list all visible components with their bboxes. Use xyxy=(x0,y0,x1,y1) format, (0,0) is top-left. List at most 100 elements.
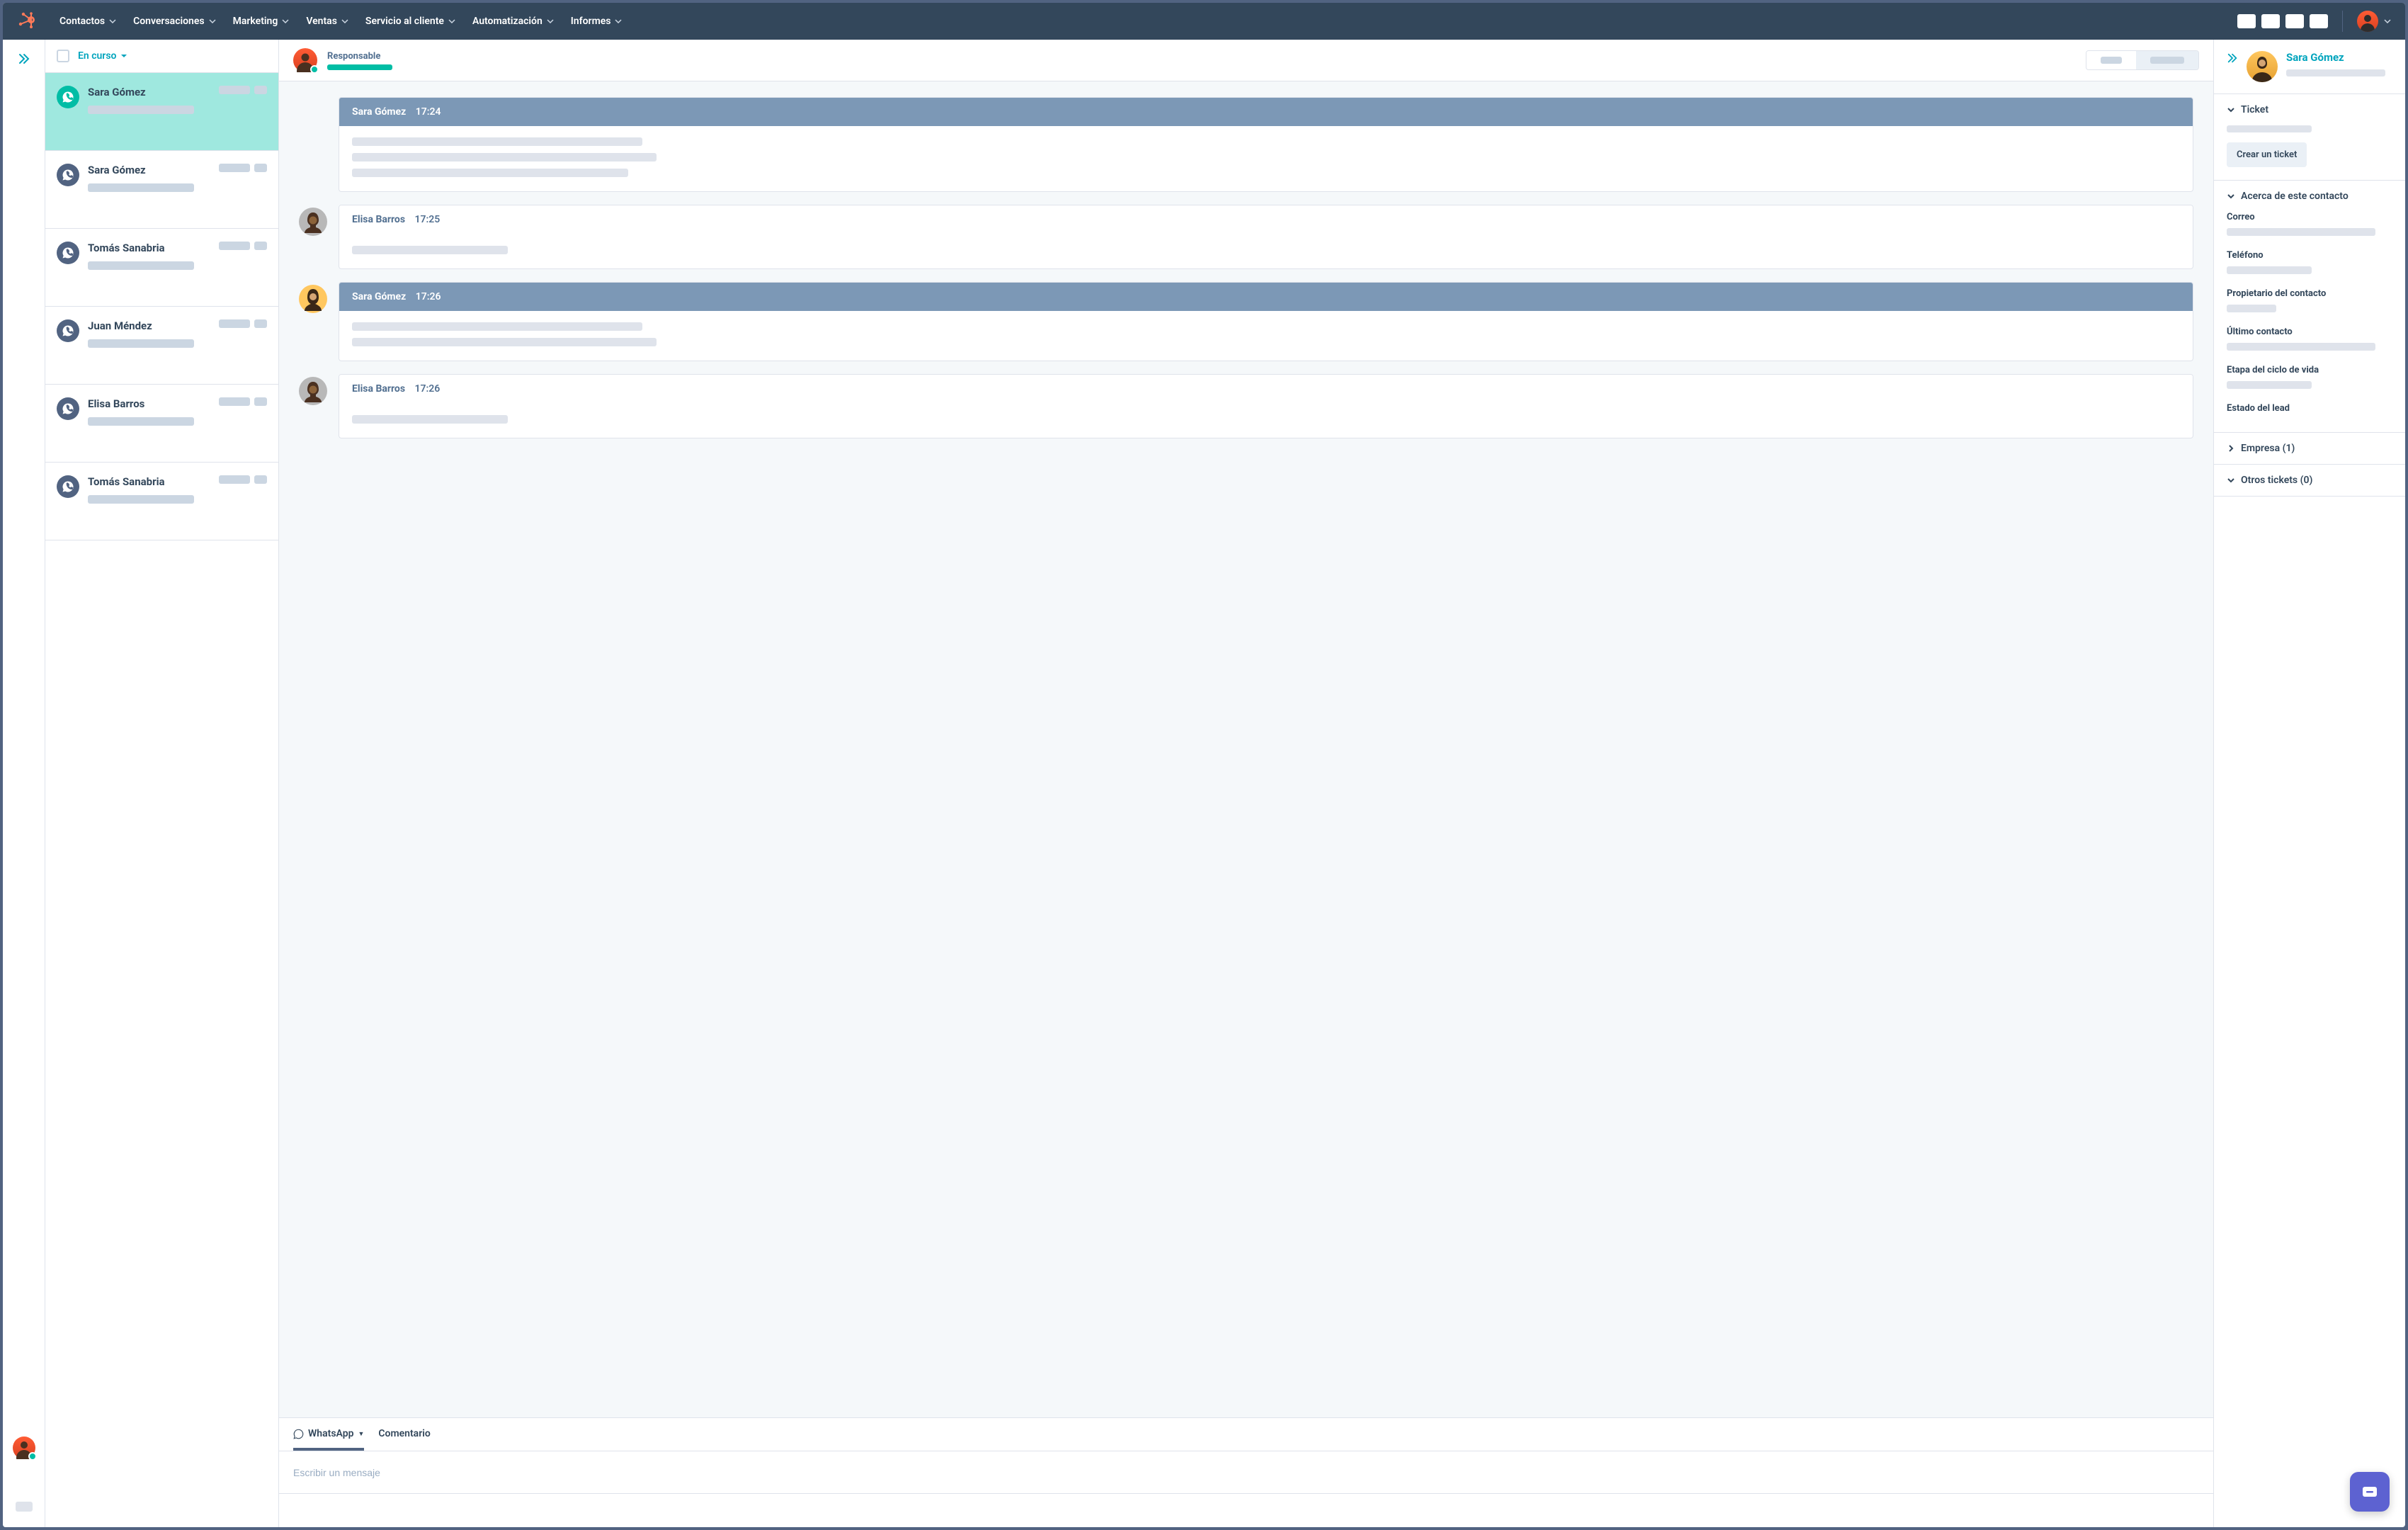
conversation-list: Sara Gómez Sara Gómez Tomás Sanabria Jua… xyxy=(45,73,278,1527)
about-accordion-toggle[interactable]: Acerca de este contacto xyxy=(2214,181,2405,212)
rail-placeholder xyxy=(16,1502,33,1512)
create-ticket-button[interactable]: Crear un ticket xyxy=(2227,142,2307,167)
conversation-item[interactable]: Sara Gómez xyxy=(45,73,278,151)
message-input[interactable] xyxy=(293,1467,2199,1478)
conversation-meta-placeholder xyxy=(219,164,250,172)
whatsapp-icon xyxy=(57,475,79,498)
message-avatar xyxy=(299,285,327,313)
chevron-down-icon xyxy=(341,19,348,23)
conversation-preview-placeholder xyxy=(88,261,194,270)
field-label: Último contacto xyxy=(2227,327,2392,337)
conversation-item[interactable]: Juan Méndez xyxy=(45,307,278,385)
field-value-placeholder xyxy=(2227,381,2312,389)
view-toggle-option-2[interactable] xyxy=(2136,51,2198,69)
nav-label: Informes xyxy=(571,16,611,27)
chevron-down-icon[interactable] xyxy=(2384,19,2391,23)
nav-item-informes[interactable]: Informes xyxy=(571,16,623,27)
nav-action-2[interactable] xyxy=(2261,14,2280,28)
nav-action-1[interactable] xyxy=(2237,14,2256,28)
message-bubble: Sara Gómez 17:26 xyxy=(339,282,2193,361)
collapse-right-icon[interactable] xyxy=(2227,52,2238,67)
header-avatar[interactable] xyxy=(293,48,317,72)
agent-avatar[interactable] xyxy=(13,1436,35,1459)
status-online-icon xyxy=(28,1452,37,1461)
field-label: Propietario del contacto xyxy=(2227,288,2392,299)
status-online-icon xyxy=(310,65,319,74)
message-text-placeholder xyxy=(352,246,508,254)
nav-label: Contactos xyxy=(59,16,105,27)
conversation-item[interactable]: Sara Gómez xyxy=(45,151,278,229)
field-value-placeholder xyxy=(2227,305,2276,312)
chevron-down-icon xyxy=(282,19,289,23)
message-sender: Elisa Barros xyxy=(352,214,405,225)
tab-label: WhatsApp xyxy=(308,1428,353,1439)
message-avatar xyxy=(299,208,327,236)
conversation-meta-placeholder xyxy=(219,397,250,406)
message-bubble: Elisa Barros 17:26 xyxy=(339,374,2193,438)
section-label: Otros tickets (0) xyxy=(2241,475,2312,486)
field-value-placeholder xyxy=(2227,343,2375,351)
chevron-down-icon xyxy=(2227,106,2235,114)
conversation-item[interactable]: Tomás Sanabria xyxy=(45,229,278,307)
nav-item-contactos[interactable]: Contactos xyxy=(59,16,116,27)
left-rail xyxy=(3,40,45,1527)
contact-avatar[interactable] xyxy=(2247,51,2278,82)
conversation-preview-placeholder xyxy=(88,339,194,348)
conversation-preview-placeholder xyxy=(88,183,194,192)
message-text-placeholder xyxy=(352,169,628,177)
other-tickets-accordion-toggle[interactable]: Otros tickets (0) xyxy=(2214,465,2405,496)
conversation-panel: Responsable Sara Gómez 17:24 Elisa Barro… xyxy=(279,40,2214,1527)
chat-widget-button[interactable] xyxy=(2350,1472,2390,1512)
message-thread: Sara Gómez 17:24 Elisa Barros 17:25 Sara… xyxy=(279,81,2213,1417)
compose-tab-whatsapp[interactable]: WhatsApp ▼ xyxy=(293,1428,364,1451)
chevron-down-icon xyxy=(109,19,116,23)
expand-sidebar-icon[interactable] xyxy=(18,52,30,68)
whatsapp-icon xyxy=(57,164,79,186)
contact-name[interactable]: Sara Gómez xyxy=(2286,51,2385,64)
hubspot-logo[interactable] xyxy=(17,11,37,31)
nav-label: Conversaciones xyxy=(133,16,205,27)
nav-item-marketing[interactable]: Marketing xyxy=(233,16,290,27)
message-time: 17:25 xyxy=(415,214,441,225)
chevron-right-icon xyxy=(2227,444,2235,453)
chevron-down-icon xyxy=(209,19,216,23)
nav-item-conversaciones[interactable]: Conversaciones xyxy=(133,16,216,27)
message-row: Sara Gómez 17:24 xyxy=(299,97,2193,192)
nav-item-automatización[interactable]: Automatización xyxy=(472,16,554,27)
nav-item-ventas[interactable]: Ventas xyxy=(306,16,348,27)
company-accordion-toggle[interactable]: Empresa (1) xyxy=(2214,433,2405,464)
message-text-placeholder xyxy=(352,153,657,162)
view-toggle-option-1[interactable] xyxy=(2086,51,2136,69)
nav-item-servicio-al-cliente[interactable]: Servicio al cliente xyxy=(365,16,455,27)
whatsapp-icon xyxy=(57,242,79,264)
conversation-item[interactable]: Tomás Sanabria xyxy=(45,463,278,540)
message-header: Sara Gómez 17:24 xyxy=(339,98,2193,126)
field-value-placeholder xyxy=(2227,266,2312,274)
status-filter-dropdown[interactable]: En curso xyxy=(78,50,127,62)
compose-tab-comment[interactable]: Comentario xyxy=(378,1428,430,1451)
message-text-placeholder xyxy=(352,137,642,146)
conversation-header: Responsable xyxy=(279,40,2213,81)
ticket-placeholder xyxy=(2227,125,2312,132)
section-label: Acerca de este contacto xyxy=(2241,191,2349,202)
chevron-down-icon xyxy=(615,19,622,23)
conversation-list-panel: En curso Sara Gómez Sara Gómez Tomás San… xyxy=(45,40,279,1527)
chevron-down-icon xyxy=(547,19,554,23)
company-section: Empresa (1) xyxy=(2214,433,2405,465)
conversation-meta-placeholder xyxy=(254,242,267,250)
nav-action-4[interactable] xyxy=(2310,14,2328,28)
ticket-accordion-toggle[interactable]: Ticket xyxy=(2214,94,2405,125)
select-all-checkbox[interactable] xyxy=(57,50,69,62)
message-avatar xyxy=(299,377,327,405)
conversation-meta-placeholder xyxy=(254,319,267,328)
nav-action-3[interactable] xyxy=(2285,14,2304,28)
compose-area xyxy=(279,1451,2213,1493)
message-sender: Sara Gómez xyxy=(352,291,406,302)
user-avatar[interactable] xyxy=(2357,11,2378,32)
message-row: Elisa Barros 17:25 xyxy=(299,205,2193,269)
message-header: Elisa Barros 17:26 xyxy=(339,375,2193,404)
conversation-item[interactable]: Elisa Barros xyxy=(45,385,278,463)
conversation-preview-placeholder xyxy=(88,417,194,426)
message-bubble: Elisa Barros 17:25 xyxy=(339,205,2193,269)
field-label: Correo xyxy=(2227,212,2392,222)
